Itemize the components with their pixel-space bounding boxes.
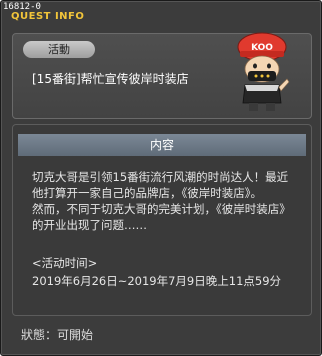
quest-category-badge: 活動 [23, 41, 95, 58]
event-time-label: <活动时间> [32, 256, 98, 270]
quest-info-window: 16812-0 QUEST INFO 活動 [15番街]帮忙宣传彼岸时装店 KO… [0, 0, 322, 356]
event-time-range: 2019年6月26日~2019年7月9日晚上11点59分 [32, 274, 282, 288]
npc-hat-text: KOO [251, 43, 273, 53]
npc-portrait: KOO [237, 32, 290, 111]
quest-description-line: 切克大哥是引领15番街流行风潮的时尚达人！最近 [32, 170, 289, 184]
quest-description-line: 他打算开一家自己的品牌店，《彼岸时装店》。 [32, 186, 262, 200]
quest-content-panel: 内容 切克大哥是引领15番街流行风潮的时尚达人！最近 他打算开一家自己的品牌店，… [12, 124, 312, 316]
window-title: QUEST INFO [11, 11, 85, 22]
quest-name: [15番街]帮忙宣传彼岸时装店 [32, 72, 189, 86]
quest-status: 狀態：可開始 [21, 328, 94, 342]
content-header: 内容 [18, 134, 306, 156]
quest-description-line: 的开业出现了问题…… [32, 218, 147, 232]
quest-description-line: 然而，不同于切克大哥的完美计划，《彼岸时装店》 [32, 202, 291, 216]
